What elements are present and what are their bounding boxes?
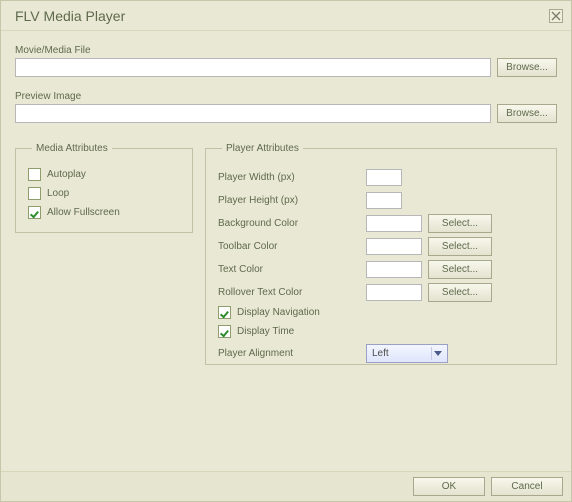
- media-legend: Media Attributes: [32, 143, 112, 154]
- width-label: Player Width (px): [218, 172, 366, 183]
- rollover-select-button[interactable]: Select...: [428, 283, 492, 302]
- bg-swatch: [366, 215, 422, 232]
- close-button[interactable]: [549, 9, 563, 23]
- content-area: Movie/Media File Browse... Preview Image…: [1, 31, 571, 365]
- titlebar: FLV Media Player: [1, 1, 571, 31]
- footer: OK Cancel: [1, 471, 571, 501]
- bg-label: Background Color: [218, 218, 366, 229]
- movie-label: Movie/Media File: [15, 45, 557, 56]
- bg-select-button[interactable]: Select...: [428, 214, 492, 233]
- autoplay-checkbox[interactable]: [28, 168, 41, 181]
- player-attributes-group: Player Attributes Player Width (px) Play…: [205, 143, 557, 365]
- ok-button[interactable]: OK: [413, 477, 485, 496]
- display-nav-label: Display Navigation: [237, 307, 320, 318]
- text-label: Text Color: [218, 264, 366, 275]
- toolbar-swatch: [366, 238, 422, 255]
- player-legend: Player Attributes: [222, 143, 303, 154]
- rollover-label: Rollover Text Color: [218, 287, 366, 298]
- movie-field: Movie/Media File Browse...: [15, 45, 557, 77]
- rollover-swatch: [366, 284, 422, 301]
- width-input[interactable]: [366, 169, 402, 186]
- preview-field: Preview Image Browse...: [15, 91, 557, 123]
- display-time-label: Display Time: [237, 326, 294, 337]
- display-time-checkbox[interactable]: [218, 325, 231, 338]
- preview-browse-button[interactable]: Browse...: [497, 104, 557, 123]
- fullscreen-label: Allow Fullscreen: [47, 207, 120, 218]
- align-label: Player Alignment: [218, 348, 366, 359]
- align-select[interactable]: Left: [366, 344, 448, 363]
- autoplay-label: Autoplay: [47, 169, 86, 180]
- movie-browse-button[interactable]: Browse...: [497, 58, 557, 77]
- text-swatch: [366, 261, 422, 278]
- preview-input[interactable]: [15, 104, 491, 123]
- loop-label: Loop: [47, 188, 69, 199]
- align-value: Left: [372, 348, 389, 359]
- dialog: FLV Media Player Movie/Media File Browse…: [0, 0, 572, 502]
- fullscreen-checkbox[interactable]: [28, 206, 41, 219]
- dialog-title: FLV Media Player: [15, 8, 125, 24]
- preview-label: Preview Image: [15, 91, 557, 102]
- height-label: Player Height (px): [218, 195, 366, 206]
- display-nav-checkbox[interactable]: [218, 306, 231, 319]
- chevron-down-icon: [431, 347, 444, 360]
- toolbar-select-button[interactable]: Select...: [428, 237, 492, 256]
- height-input[interactable]: [366, 192, 402, 209]
- media-attributes-group: Media Attributes Autoplay Loop Allow Ful…: [15, 143, 193, 233]
- toolbar-label: Toolbar Color: [218, 241, 366, 252]
- text-select-button[interactable]: Select...: [428, 260, 492, 279]
- loop-checkbox[interactable]: [28, 187, 41, 200]
- movie-input[interactable]: [15, 58, 491, 77]
- cancel-button[interactable]: Cancel: [491, 477, 563, 496]
